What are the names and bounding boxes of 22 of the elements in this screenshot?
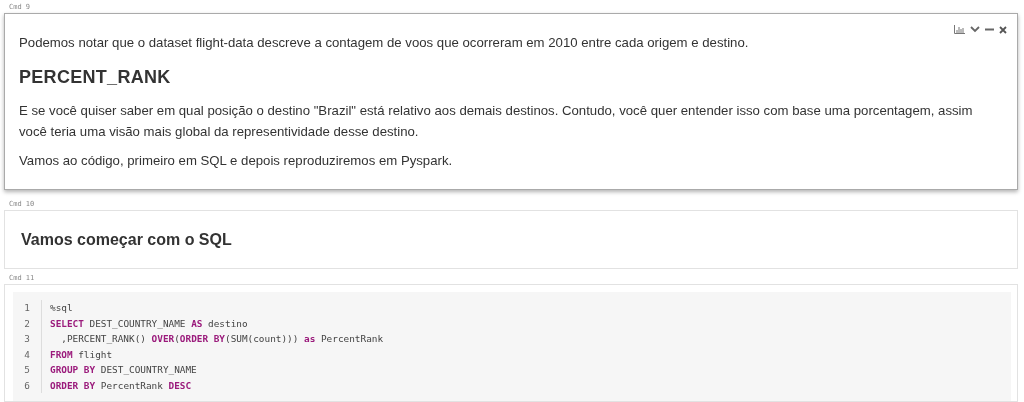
chart-icon[interactable] [954,25,965,34]
line-number: 3 [23,332,31,346]
line-number: 5 [23,363,31,377]
paragraph: Podemos notar que o dataset flight-data descreve a contagem de voos que ocorreram em 2010 entre cada origem e destino. [19,34,750,52]
chevron-down-icon[interactable] [970,26,980,33]
line-number: 4 [23,347,31,362]
code-line: ,PERCENT_RANK() OVER(ORDER BY(SUM(count))) as PercentRank [60,332,384,346]
code-line: SELECT DEST_COUNTRY_NAME AS destino [50,316,249,331]
code-line: FROM flight [50,347,114,362]
line-number: 2 [23,316,31,331]
paragraph: Vamos ao código, primeiro em SQL e depois reproduziremos em Pyspark. [19,152,454,170]
code-line: ORDER BY PercentRank DESC [50,378,193,393]
line-number: 1 [23,301,31,315]
line-number: 6 [23,378,31,393]
code-line: %sql [50,301,74,315]
heading: PERCENT_RANK [19,67,172,88]
close-icon[interactable] [999,25,1007,34]
minimize-icon[interactable] [985,28,994,31]
code-editor[interactable]: 1 2 3 4 5 6 %sql SELECT DEST_COUNTRY_NAME AS destino ,PERCENT_RANK() OVER(ORDER BY(SUM(count))) as PercentRank FROM flight GROUP BY DEST_COUNTRY_NAME ORDER BY PercentRank DESC [13,292,1011,401]
heading: Vamos começar com o SQL [21,230,233,250]
code-line: GROUP BY DEST_COUNTRY_NAME [50,363,198,377]
paragraph: E se você quiser saber em qual posição o destino "Brazil" está relativo aos demais destinos. Contudo, você quer entender isso com base uma porcentagem, assim você teria uma visão mais global da representividade desse destino. [19,102,974,141]
